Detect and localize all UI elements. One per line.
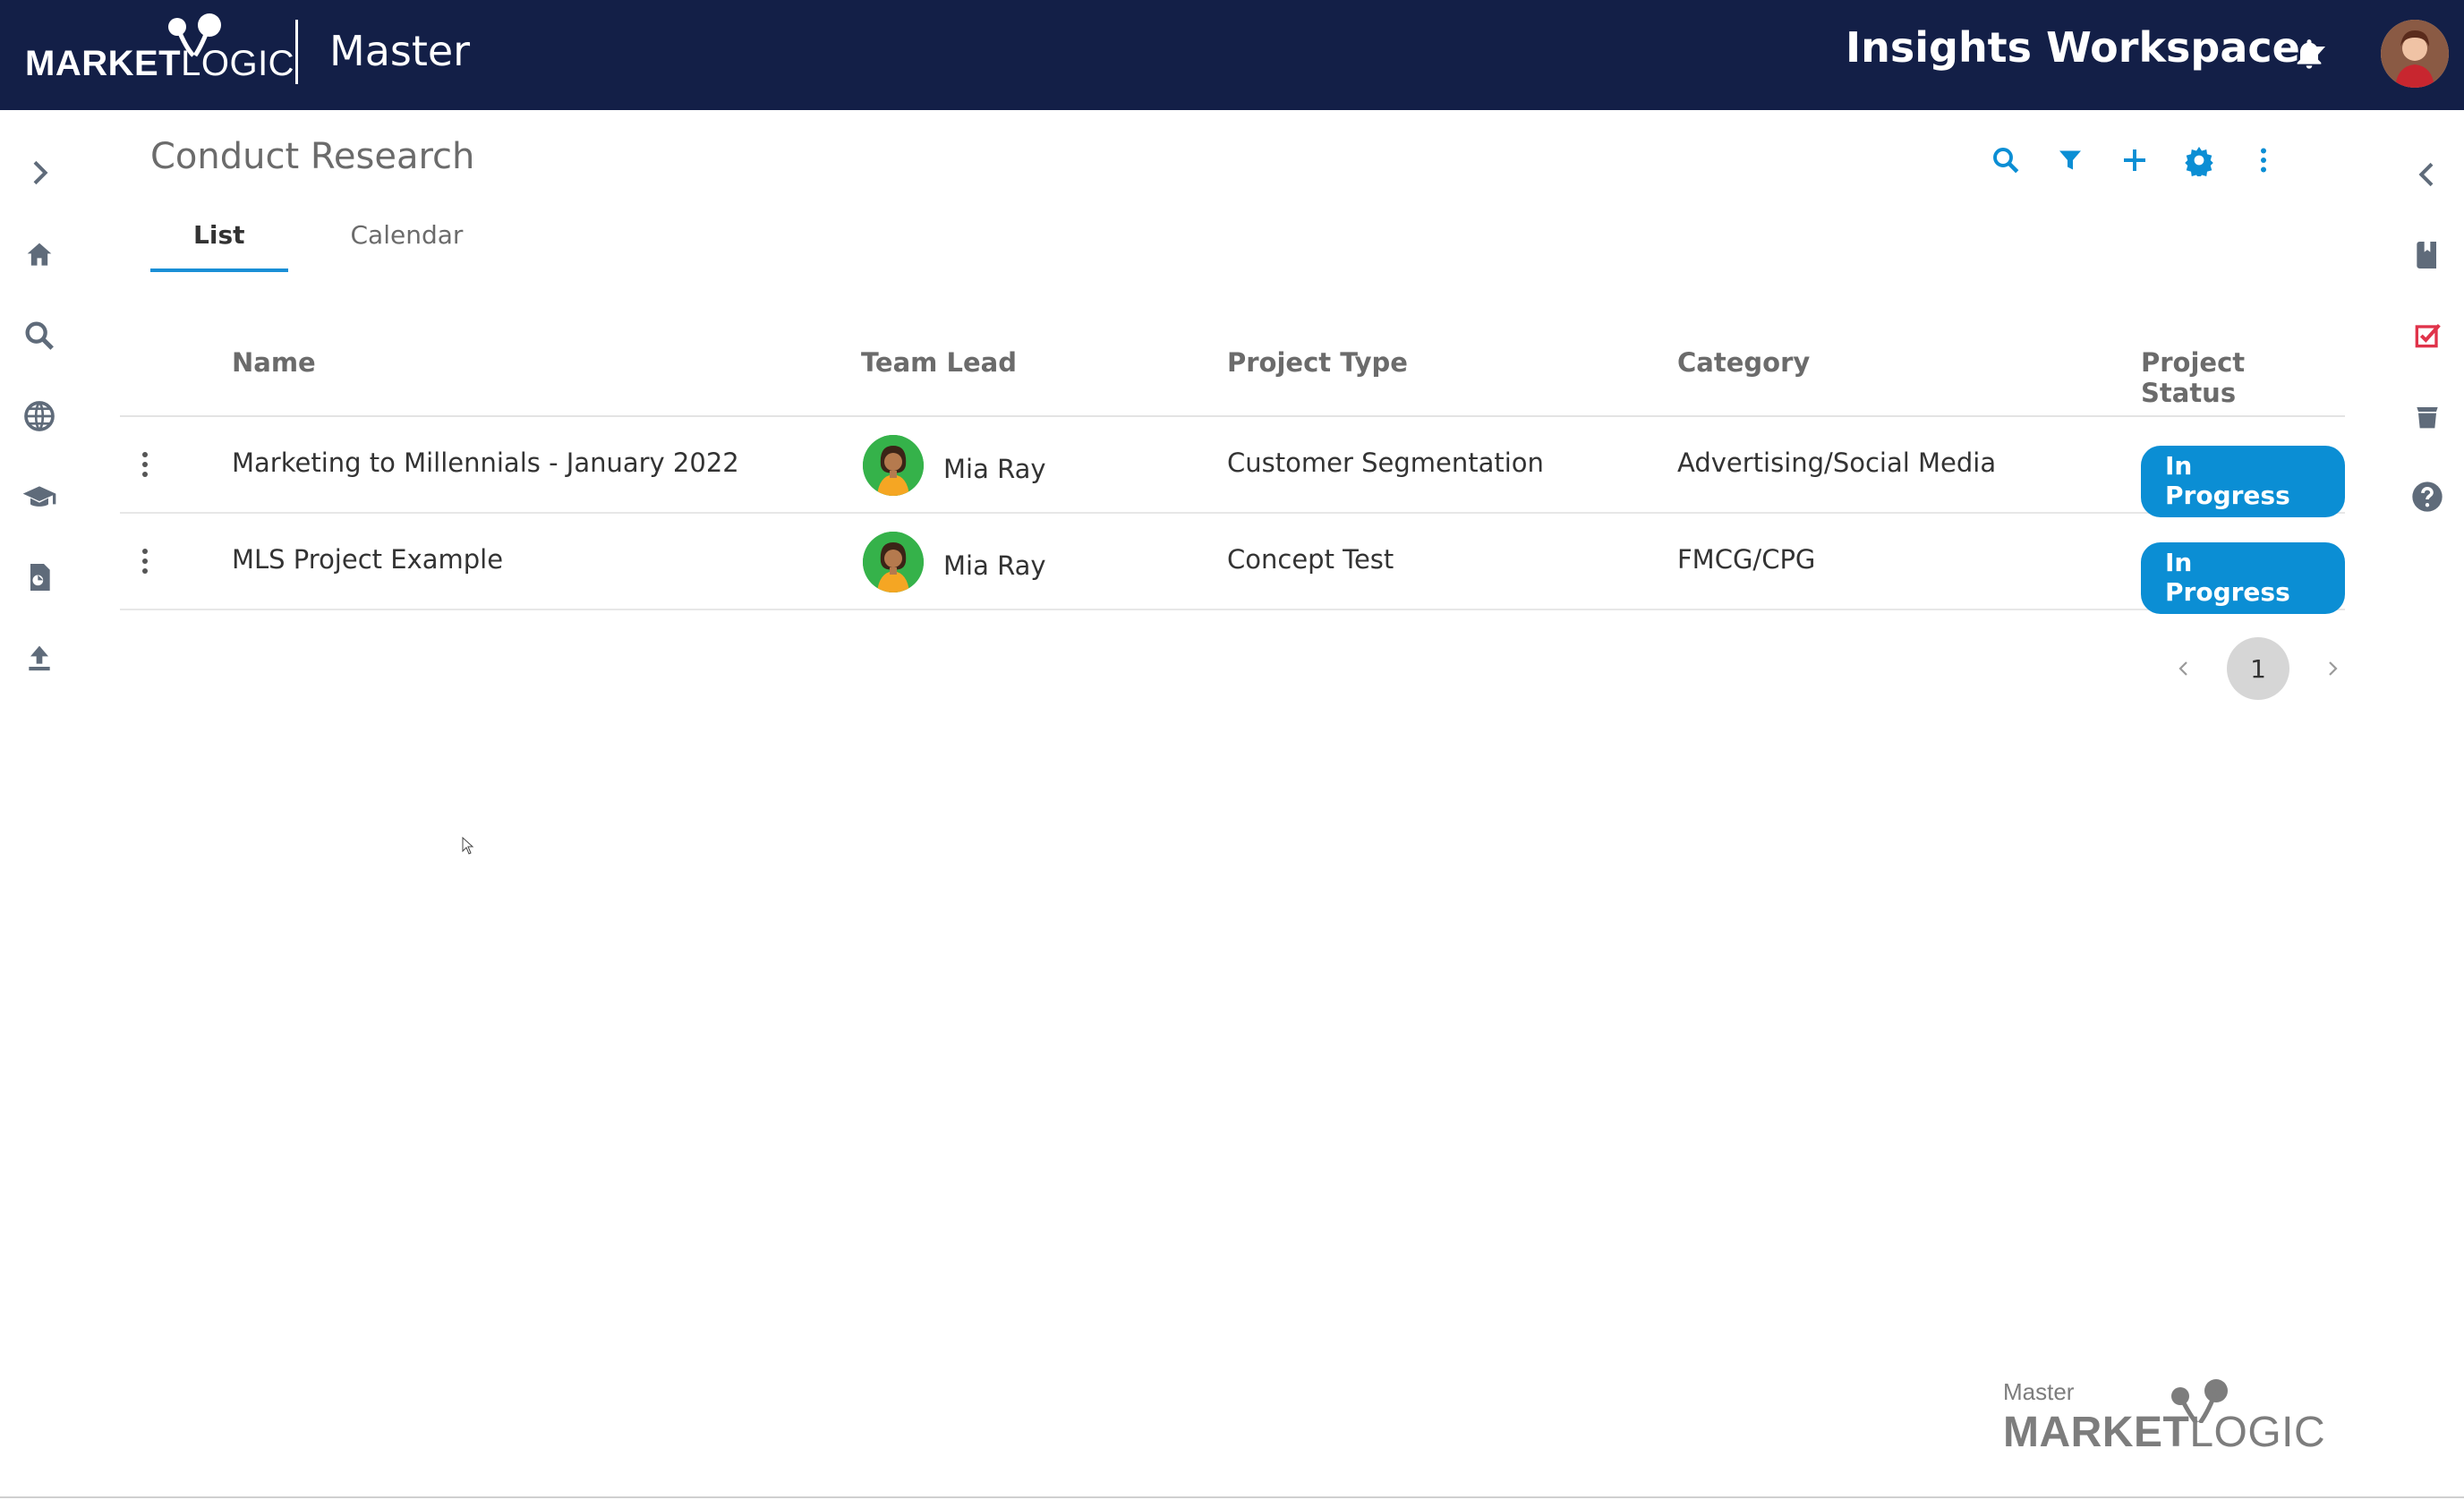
workspace-selector[interactable]: Insights Workspace <box>1846 23 2325 72</box>
left-sidebar <box>0 110 81 1500</box>
previous-page-icon[interactable] <box>2166 651 2202 686</box>
logo-divider <box>295 20 298 84</box>
user-avatar-image <box>2381 20 2449 88</box>
page-toolbar <box>1987 141 2282 179</box>
project-category: Advertising/Social Media <box>1677 447 1997 478</box>
team-lead: Mia Ray <box>863 532 1046 592</box>
status-badge: In Progress <box>2141 542 2345 614</box>
footer-logo: Master MARKETLOGIC <box>2003 1378 2325 1457</box>
tab-list[interactable]: List <box>150 213 288 272</box>
marketlogic-logo[interactable]: MARKETLOGIC <box>25 13 294 98</box>
team-lead: Mia Ray <box>863 435 1046 496</box>
workspace-label: Insights Workspace <box>1846 23 2300 72</box>
project-type: Concept Test <box>1227 544 1394 575</box>
more-vertical-icon[interactable] <box>2245 141 2282 179</box>
search-icon[interactable] <box>21 318 57 354</box>
table-row[interactable]: Marketing to Millennials - January 2022 … <box>120 417 2345 517</box>
team-lead-name: Mia Ray <box>943 454 1046 484</box>
help-icon[interactable] <box>2409 479 2445 515</box>
project-name[interactable]: Marketing to Millennials - January 2022 <box>232 447 739 478</box>
page-title: Conduct Research <box>150 136 475 177</box>
table-header: Name Team Lead Project Type Category Pro… <box>120 322 2345 417</box>
table-row[interactable]: MLS Project Example Mia Ray Concept Test… <box>120 514 2345 614</box>
right-sidebar <box>2390 110 2464 1500</box>
upload-icon[interactable] <box>21 640 57 676</box>
gear-icon[interactable] <box>2180 141 2218 179</box>
graduation-cap-icon[interactable] <box>21 479 57 515</box>
page-number[interactable]: 1 <box>2227 637 2289 700</box>
search-icon[interactable] <box>1987 141 2025 179</box>
plus-icon[interactable] <box>2116 141 2153 179</box>
top-bar: MARKETLOGIC Master Insights Workspace <box>0 0 2464 110</box>
globe-icon[interactable] <box>21 398 57 434</box>
avatar <box>863 532 924 592</box>
stack-icon[interactable] <box>2409 398 2445 434</box>
row-menu-icon[interactable] <box>140 451 150 478</box>
projects-table: Name Team Lead Project Type Category Pro… <box>120 322 2345 614</box>
column-header-project-status[interactable]: Project Status <box>2141 347 2345 408</box>
bell-icon[interactable] <box>2291 34 2327 73</box>
home-icon[interactable] <box>21 237 57 273</box>
footer-molecule-icon <box>2171 1379 2228 1423</box>
chevron-right-icon[interactable] <box>21 155 57 191</box>
project-type: Customer Segmentation <box>1227 447 1544 478</box>
footer-logo-text: MARKETLOGIC <box>2003 1409 2326 1456</box>
chevron-left-icon[interactable] <box>2409 157 2445 192</box>
mouse-cursor-icon <box>462 837 474 855</box>
avatar <box>863 435 924 496</box>
team-lead-name: Mia Ray <box>943 550 1046 581</box>
checklist-icon[interactable] <box>2409 318 2445 354</box>
bookmark-book-icon[interactable] <box>2409 237 2445 273</box>
column-header-project-type[interactable]: Project Type <box>1227 347 1408 378</box>
status-badge: In Progress <box>2141 446 2345 517</box>
footer-master-label: Master <box>2003 1378 2075 1405</box>
column-header-team-lead[interactable]: Team Lead <box>861 347 1017 378</box>
next-page-icon[interactable] <box>2315 651 2350 686</box>
project-category: FMCG/CPG <box>1677 544 1816 575</box>
app-title: Master <box>329 27 471 75</box>
project-name[interactable]: MLS Project Example <box>232 544 503 575</box>
column-header-category[interactable]: Category <box>1677 347 1810 378</box>
pagination: 1 <box>2166 637 2350 700</box>
filter-icon[interactable] <box>2051 141 2089 179</box>
bottom-divider <box>0 1496 2464 1498</box>
logo-molecule-icon <box>168 13 221 57</box>
report-icon[interactable] <box>21 559 57 595</box>
tab-calendar[interactable]: Calendar <box>308 213 507 272</box>
column-header-name[interactable]: Name <box>232 347 316 378</box>
row-menu-icon[interactable] <box>140 548 150 575</box>
user-avatar[interactable] <box>2381 20 2449 88</box>
view-tabs: List Calendar <box>150 213 506 272</box>
